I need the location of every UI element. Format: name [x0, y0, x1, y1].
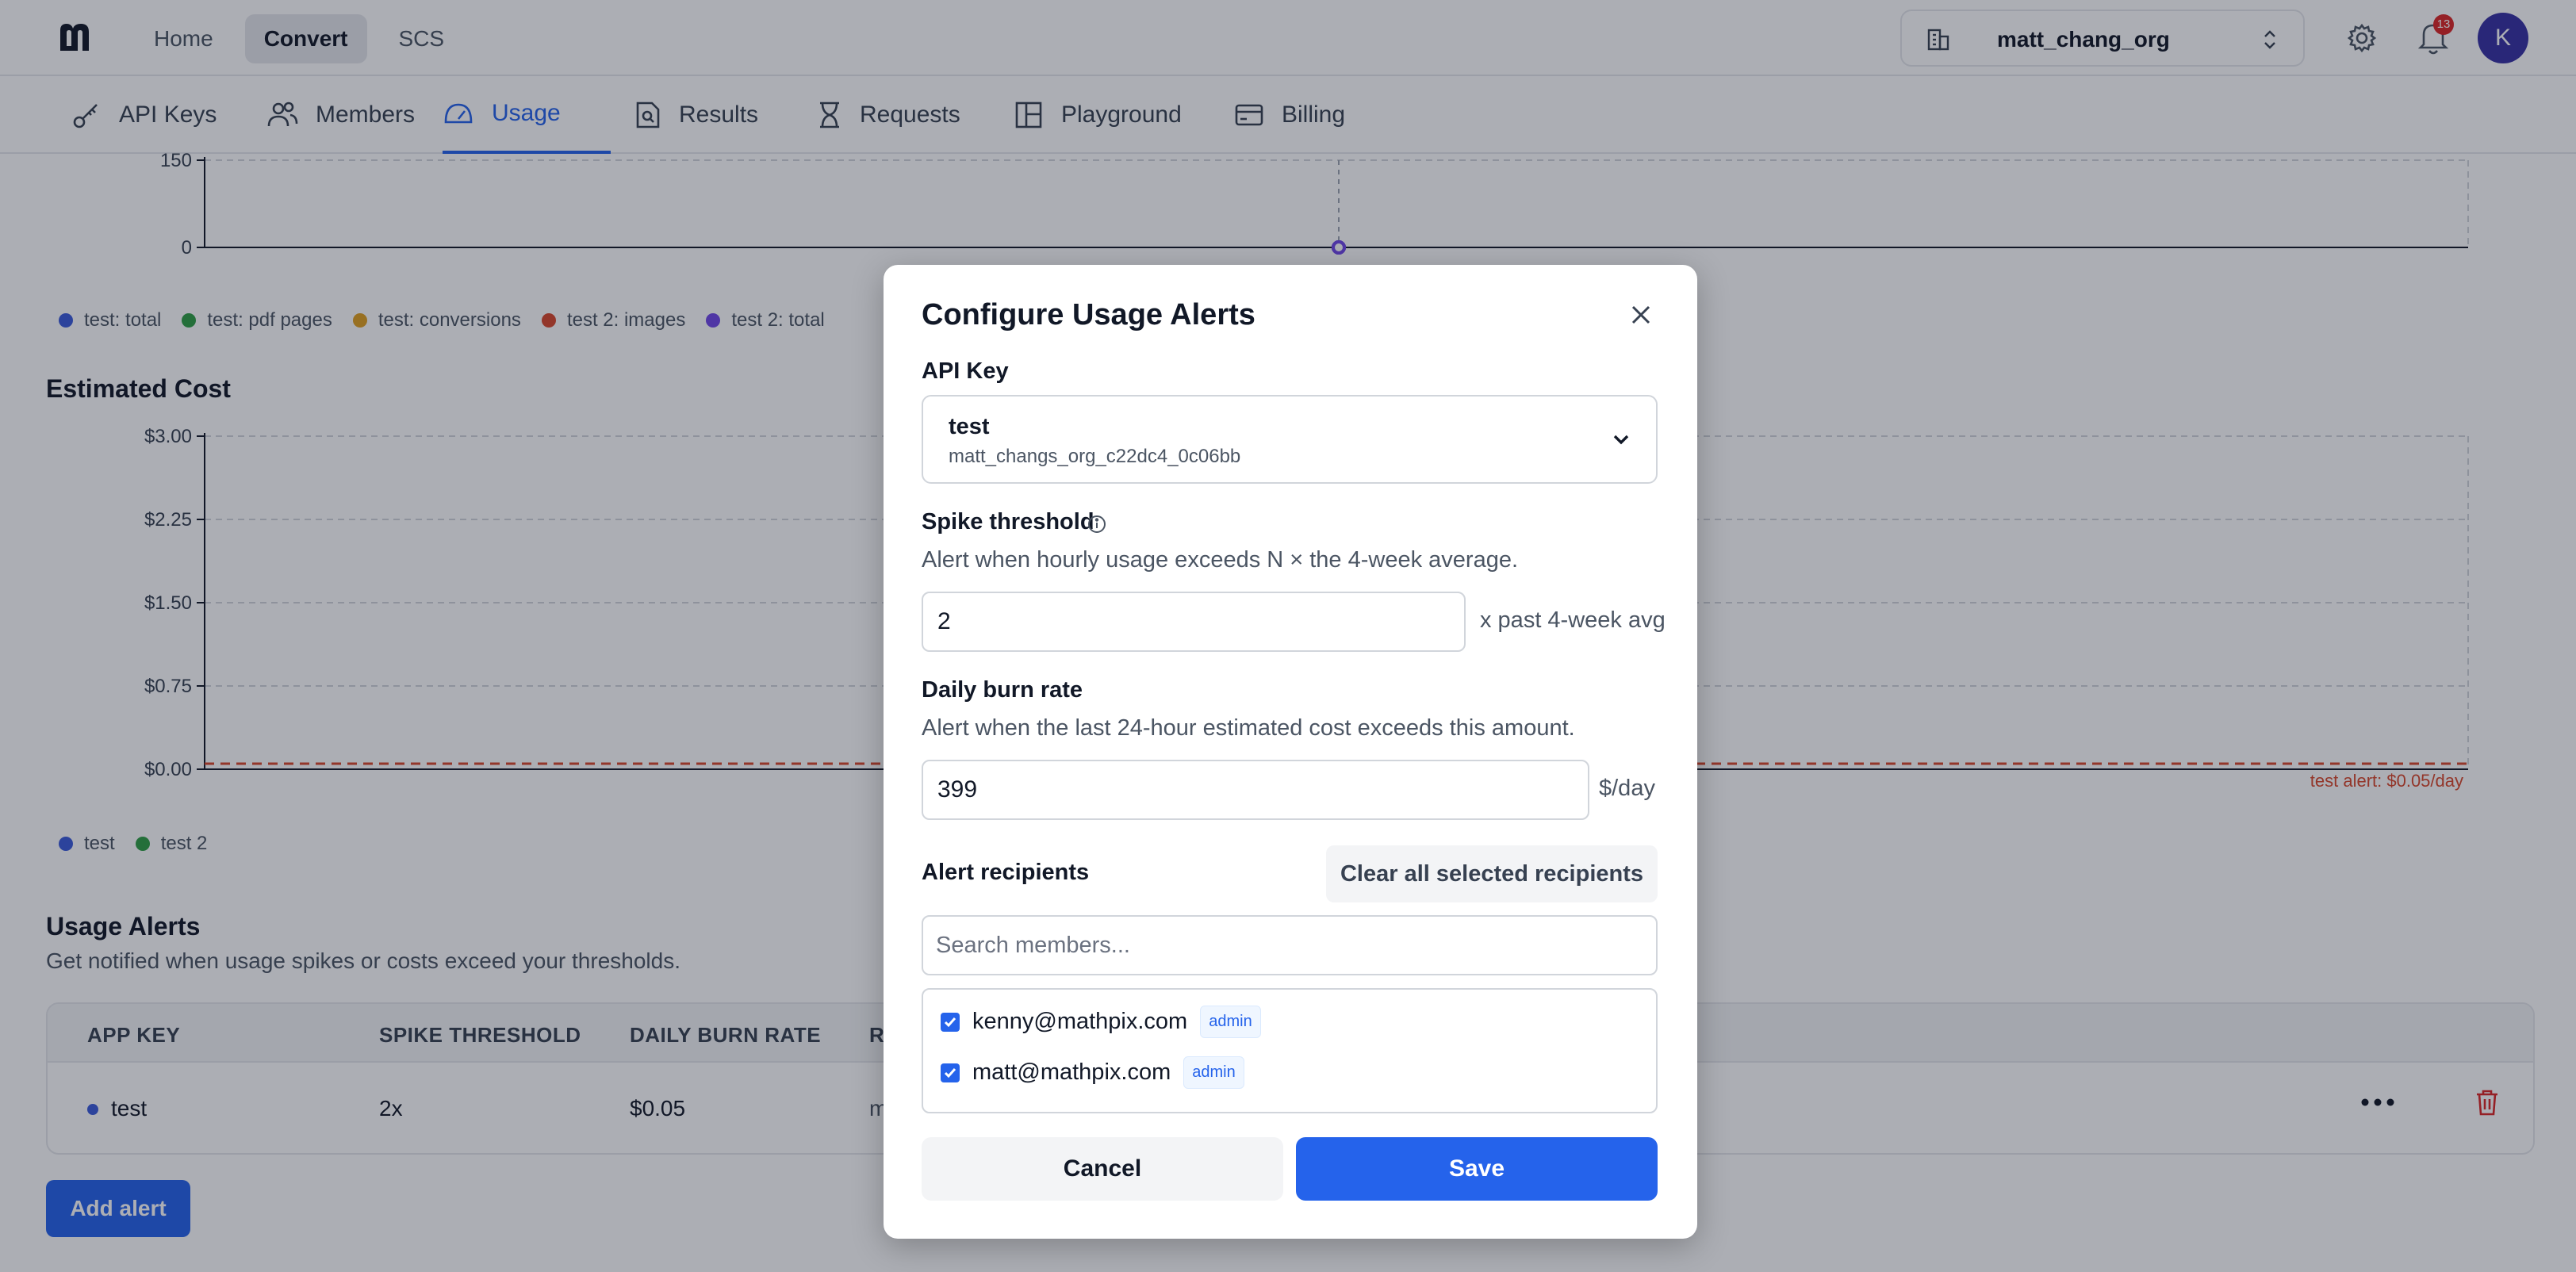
configure-usage-alerts-modal: Configure Usage Alerts API Key test matt… [884, 265, 1697, 1239]
check-icon [944, 1017, 956, 1027]
api-key-name: test [949, 414, 990, 439]
checkbox-checked[interactable] [941, 1012, 960, 1032]
clear-recipients-button[interactable]: Clear all selected recipients [1326, 845, 1658, 902]
spike-threshold-input[interactable] [922, 592, 1466, 652]
checkbox-checked[interactable] [941, 1063, 960, 1082]
role-badge: admin [1200, 1006, 1261, 1038]
cancel-button[interactable]: Cancel [922, 1137, 1283, 1201]
api-key-id: matt_changs_org_c22dc4_0c06bb [949, 446, 1241, 467]
chevron-down-icon [1613, 435, 1629, 445]
daily-burn-rate-suffix: $/day [1599, 776, 1655, 801]
members-list: kenny@mathpix.com admin matt@mathpix.com… [922, 988, 1658, 1113]
api-key-select[interactable]: test matt_changs_org_c22dc4_0c06bb [922, 395, 1658, 484]
daily-burn-rate-label: Daily burn rate [922, 677, 1083, 703]
info-icon[interactable] [1087, 514, 1107, 534]
spike-threshold-label: Spike threshold [922, 509, 1094, 534]
role-badge: admin [1183, 1056, 1244, 1089]
search-members-input[interactable] [922, 915, 1658, 975]
api-key-label: API Key [922, 358, 1009, 384]
spike-threshold-help: Alert when hourly usage exceeds N × the … [922, 547, 1519, 573]
modal-title: Configure Usage Alerts [922, 298, 1255, 331]
daily-burn-rate-input[interactable] [922, 760, 1589, 820]
list-item[interactable]: matt@mathpix.com admin [941, 1056, 1244, 1089]
list-item[interactable]: kenny@mathpix.com admin [941, 1006, 1261, 1038]
check-icon [944, 1067, 956, 1078]
alert-recipients-label: Alert recipients [922, 860, 1090, 885]
save-button[interactable]: Save [1296, 1137, 1658, 1201]
close-icon[interactable] [1629, 303, 1653, 327]
member-email: matt@mathpix.com [972, 1059, 1171, 1085]
member-email: kenny@mathpix.com [972, 1009, 1188, 1034]
spike-threshold-suffix: x past 4-week avg [1480, 607, 1666, 633]
daily-burn-rate-help: Alert when the last 24-hour estimated co… [922, 715, 1575, 741]
